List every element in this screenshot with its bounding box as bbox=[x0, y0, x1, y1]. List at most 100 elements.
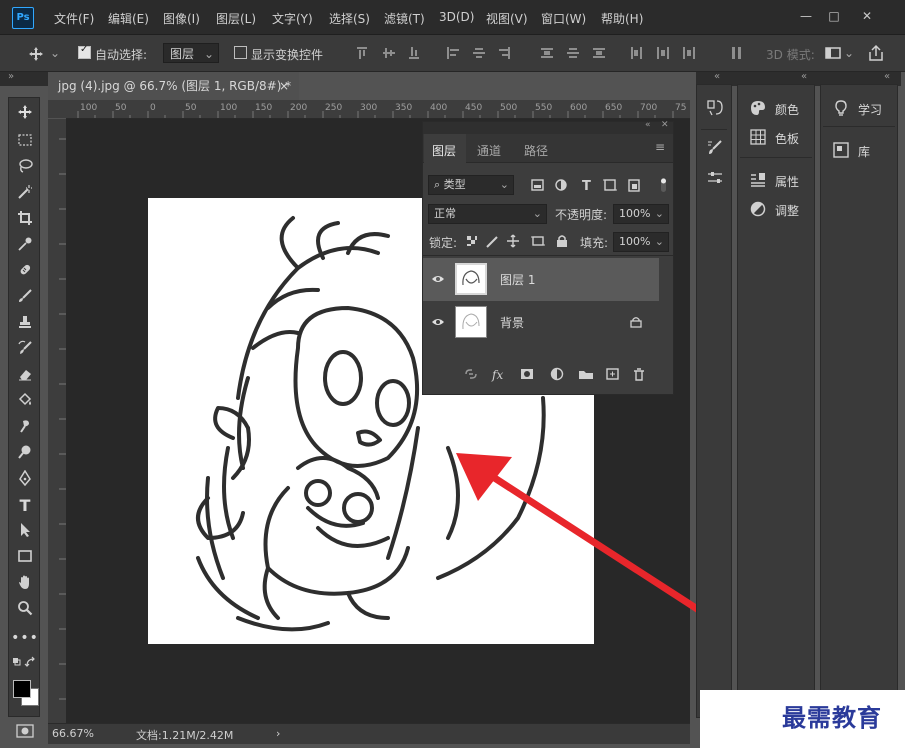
menu-window[interactable]: 窗口(W) bbox=[541, 10, 586, 27]
ruler-label: 50 bbox=[185, 103, 197, 113]
paint-bucket-tool-icon[interactable] bbox=[17, 392, 33, 408]
quick-mask-icon[interactable] bbox=[16, 724, 34, 738]
color-palette-icon bbox=[751, 101, 765, 115]
auto-select-checkbox[interactable] bbox=[78, 44, 91, 59]
healing-brush-tool-icon[interactable] bbox=[17, 262, 33, 278]
share-icon[interactable] bbox=[866, 43, 886, 63]
photoshop-logo-icon[interactable]: Ps bbox=[12, 7, 34, 29]
show-transform-checkbox[interactable] bbox=[234, 46, 247, 59]
menu-file[interactable]: 文件(F) bbox=[54, 10, 94, 27]
menu-help[interactable]: 帮助(H) bbox=[601, 10, 643, 27]
dodge-tool-icon[interactable] bbox=[17, 444, 33, 460]
tool-preset-chevron-icon[interactable]: ⌄ bbox=[50, 46, 60, 60]
adjustments-sliders-icon[interactable] bbox=[706, 169, 724, 187]
layer-row-selected[interactable]: 图层 1 bbox=[423, 258, 659, 301]
layers-footer-icons[interactable]: fx bbox=[463, 366, 653, 382]
zoom-tool-icon[interactable] bbox=[17, 600, 33, 616]
swatches-grid-icon bbox=[750, 129, 766, 145]
workspace-icon[interactable] bbox=[825, 45, 841, 61]
fill-value: 100% bbox=[619, 235, 651, 248]
fill-label: 填充: bbox=[580, 236, 609, 250]
workspace-chevron-icon[interactable]: ⌄ bbox=[844, 46, 854, 60]
properties-panel-button[interactable]: 属性 bbox=[738, 165, 814, 195]
rectangle-tool-icon[interactable] bbox=[17, 548, 33, 564]
layer-name[interactable]: 图层 1 bbox=[500, 271, 535, 288]
close-button[interactable]: ✕ bbox=[856, 8, 878, 24]
learn-panel-button[interactable]: 学习 bbox=[821, 93, 897, 123]
layer-row[interactable]: 背景 bbox=[423, 301, 659, 344]
tab-layers[interactable]: 图层 bbox=[432, 142, 456, 159]
collapse-icon[interactable]: « bbox=[884, 71, 890, 82]
collapse-icon[interactable]: « bbox=[801, 71, 807, 82]
lasso-tool-icon[interactable] bbox=[17, 158, 33, 174]
eraser-tool-icon[interactable] bbox=[17, 366, 33, 382]
brush-tool-icon[interactable] bbox=[17, 288, 33, 304]
brush-settings-panel-icon[interactable] bbox=[706, 139, 724, 157]
move-tool-icon[interactable] bbox=[28, 46, 44, 62]
collapse-icon[interactable]: » bbox=[8, 71, 14, 82]
menu-layer[interactable]: 图层(L) bbox=[216, 10, 256, 27]
marquee-tool-icon[interactable] bbox=[17, 132, 33, 148]
crop-tool-icon[interactable] bbox=[17, 210, 33, 226]
layer-name[interactable]: 背景 bbox=[500, 314, 524, 331]
smudge-tool-icon[interactable] bbox=[17, 418, 33, 434]
eye-visibility-icon[interactable] bbox=[431, 272, 445, 286]
tab-paths[interactable]: 路径 bbox=[524, 142, 548, 159]
move-tool-icon[interactable] bbox=[17, 104, 33, 120]
type-tool-icon[interactable]: T bbox=[9, 494, 41, 518]
watermark-text: 最需教育 bbox=[782, 703, 882, 732]
ruler-label: 100 bbox=[220, 103, 238, 113]
vertical-ruler[interactable] bbox=[48, 119, 67, 723]
collapse-icon[interactable]: « bbox=[645, 120, 651, 130]
align-distribute-icons[interactable] bbox=[355, 45, 725, 61]
filter-icons[interactable]: T bbox=[529, 177, 669, 193]
document-tab[interactable]: jpg (4).jpg @ 66.7% (图层 1, RGB/8#) * × bbox=[48, 72, 299, 100]
auto-select-target-dropdown[interactable]: 图层 ⌄ bbox=[163, 43, 219, 63]
opacity-input[interactable]: 100% ⌄ bbox=[613, 204, 669, 224]
layers-panel-titlebar[interactable]: « ✕ bbox=[423, 120, 673, 134]
tab-channels[interactable]: 通道 bbox=[477, 142, 501, 159]
lock-icons[interactable] bbox=[465, 233, 575, 249]
layer-thumbnail[interactable] bbox=[455, 306, 487, 338]
hand-tool-icon[interactable] bbox=[17, 574, 33, 590]
menu-filter[interactable]: 滤镜(T) bbox=[384, 10, 425, 27]
menu-view[interactable]: 视图(V) bbox=[486, 10, 528, 27]
status-menu-arrow-icon[interactable]: › bbox=[276, 727, 280, 740]
close-tab-icon[interactable]: × bbox=[279, 72, 289, 100]
pen-tool-icon[interactable] bbox=[17, 470, 33, 486]
layer-thumbnail[interactable] bbox=[455, 263, 487, 295]
ruler-label: 400 bbox=[430, 103, 448, 113]
eyedropper-tool-icon[interactable] bbox=[17, 236, 33, 252]
minimize-button[interactable]: — bbox=[795, 8, 817, 24]
fill-input[interactable]: 100% ⌄ bbox=[613, 232, 669, 252]
horizontal-ruler[interactable]: 100 50 0 50 100 150 200 250 300 350 400 … bbox=[66, 100, 690, 119]
foreground-color-swatch[interactable] bbox=[13, 680, 31, 698]
menu-3d[interactable]: 3D(D) bbox=[439, 10, 474, 24]
close-icon[interactable]: ✕ bbox=[661, 120, 669, 130]
menu-select[interactable]: 选择(S) bbox=[329, 10, 370, 27]
blend-mode-dropdown[interactable]: 正常 ⌄ bbox=[428, 204, 547, 224]
menu-type[interactable]: 文字(Y) bbox=[272, 10, 313, 27]
distribute-spacing-icon[interactable] bbox=[730, 45, 744, 61]
adjustments-panel-button[interactable]: 调整 bbox=[738, 194, 814, 224]
menu-image[interactable]: 图像(I) bbox=[163, 10, 200, 27]
magic-wand-tool-icon[interactable] bbox=[17, 184, 33, 200]
filter-kind-dropdown[interactable]: ⌕ 类型 ⌄ bbox=[428, 175, 514, 195]
history-brush-tool-icon[interactable] bbox=[17, 340, 33, 356]
eye-visibility-icon[interactable] bbox=[431, 315, 445, 329]
chevron-down-icon: ⌄ bbox=[499, 178, 509, 191]
path-selection-tool-icon[interactable] bbox=[17, 522, 33, 538]
color-panel-button[interactable]: 颜色 bbox=[738, 93, 814, 123]
history-panel-icon[interactable] bbox=[706, 99, 724, 117]
collapse-icon[interactable]: « bbox=[714, 71, 720, 82]
swap-colors-icon[interactable] bbox=[12, 656, 38, 670]
panel-menu-icon[interactable]: ≡ bbox=[655, 140, 665, 154]
ruler-origin[interactable] bbox=[48, 100, 66, 118]
menu-edit[interactable]: 编辑(E) bbox=[108, 10, 149, 27]
libraries-panel-button[interactable]: 库 bbox=[821, 135, 897, 165]
clone-stamp-tool-icon[interactable] bbox=[17, 314, 33, 330]
more-tools-icon[interactable]: ••• bbox=[9, 626, 41, 650]
swatches-panel-button[interactable]: 色板 bbox=[738, 122, 814, 152]
zoom-level[interactable]: 66.67% bbox=[52, 727, 94, 740]
maximize-button[interactable]: □ bbox=[823, 8, 845, 24]
